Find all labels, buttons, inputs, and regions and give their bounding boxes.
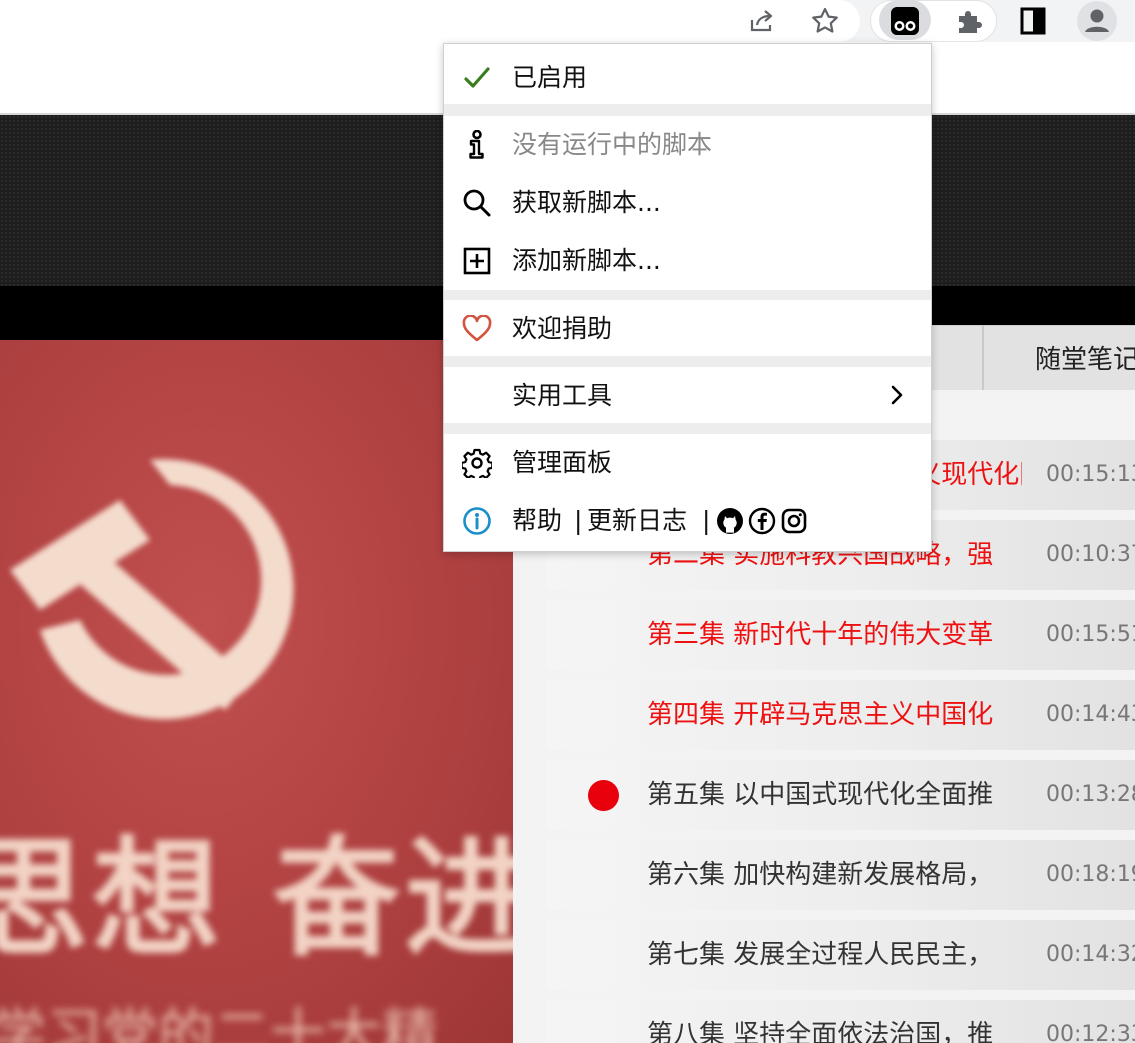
tampermonkey-popup: 已启用 没有运行中的脚本 获取新脚本... 添加新脚本... 欢迎捐助 实用工具… xyxy=(443,43,932,552)
social-links xyxy=(716,492,808,550)
menu-item-help-row: 帮助 | 更新日志 | xyxy=(444,492,931,550)
episode-duration: 00:18:19 xyxy=(1046,862,1135,887)
menu-section-utilities: 实用工具 xyxy=(444,367,931,423)
course-poster: 思想 奋进 学习党的二十大精 xyxy=(0,340,513,1043)
tampermonkey-button[interactable] xyxy=(884,0,926,42)
menu-section-scripts: 没有运行中的脚本 获取新脚本... 添加新脚本... xyxy=(444,116,931,290)
menu-item-no-scripts: 没有运行中的脚本 xyxy=(444,116,931,174)
extensions-button[interactable] xyxy=(948,0,990,42)
browser-toolbar xyxy=(0,0,1135,42)
heart-icon xyxy=(462,314,492,344)
menu-item-donate[interactable]: 欢迎捐助 xyxy=(444,300,931,358)
episode-duration: 00:14:43 xyxy=(1046,702,1135,727)
gear-icon xyxy=(462,448,492,478)
poster-subline: 学习党的二十大精 xyxy=(0,1003,438,1043)
menu-item-add-script[interactable]: 添加新脚本... xyxy=(444,232,931,290)
episode-title: 第八集 坚持全面依法治国，推 xyxy=(647,1020,994,1043)
instagram-icon[interactable] xyxy=(780,507,808,535)
tab-notes[interactable]: 随堂笔记 xyxy=(1035,340,1135,380)
profile-icon xyxy=(1077,1,1117,41)
tampermonkey-icon xyxy=(891,7,919,35)
github-icon[interactable] xyxy=(716,507,744,535)
episode-item-4[interactable]: 第四集 开辟马克思主义中国化 00:14:43 xyxy=(547,680,1135,750)
info-circle-icon xyxy=(462,506,492,536)
episode-duration: 00:15:13 xyxy=(1046,462,1135,487)
search-icon xyxy=(462,188,492,218)
menu-label: 没有运行中的脚本 xyxy=(512,130,713,159)
poster-slogan: 思想 奋进 xyxy=(0,825,513,974)
menu-label: 实用工具 xyxy=(512,381,613,410)
menu-section-status: 已启用 xyxy=(444,44,931,104)
side-panel-icon xyxy=(1020,7,1046,35)
menu-label: 已启用 xyxy=(512,63,588,92)
share-icon xyxy=(750,10,773,32)
side-panel-button[interactable] xyxy=(1012,0,1054,42)
episode-item-3[interactable]: 第三集 新时代十年的伟大变革 00:15:51 xyxy=(547,600,1135,670)
help-separator-1: | xyxy=(574,506,583,535)
menu-label: 欢迎捐助 xyxy=(512,314,613,343)
episode-item-8[interactable]: 第八集 坚持全面依法治国，推 00:12:33 xyxy=(547,1000,1135,1043)
episode-duration: 00:12:33 xyxy=(1046,1022,1135,1043)
help-link[interactable]: 帮助 xyxy=(512,492,562,550)
star-icon xyxy=(812,7,838,33)
episode-title: 第四集 开辟马克思主义中国化 xyxy=(647,700,994,730)
puzzle-icon xyxy=(959,11,982,33)
menu-item-dashboard[interactable]: 管理面板 xyxy=(444,434,931,492)
episode-item-7[interactable]: 第七集 发展全过程人民民主， 00:14:32 xyxy=(547,920,1135,990)
episode-item-5-current[interactable]: 第五集 以中国式现代化全面推 00:13:28 xyxy=(547,760,1135,830)
episode-title: 第三集 新时代十年的伟大变革 xyxy=(647,620,994,650)
changelog-link[interactable]: 更新日志 xyxy=(587,492,687,550)
episode-duration: 00:13:28 xyxy=(1046,782,1135,807)
facebook-icon[interactable] xyxy=(748,507,776,535)
profile-button[interactable] xyxy=(1076,0,1118,42)
menu-section-donate: 欢迎捐助 xyxy=(444,300,931,356)
menu-item-get-scripts[interactable]: 获取新脚本... xyxy=(444,174,931,232)
info-i-icon xyxy=(462,130,492,160)
episode-title: 第五集 以中国式现代化全面推 xyxy=(647,780,994,810)
episode-duration: 00:14:32 xyxy=(1046,942,1135,967)
now-playing-indicator xyxy=(588,780,619,811)
party-emblem-image xyxy=(10,459,294,720)
menu-item-enabled[interactable]: 已启用 xyxy=(444,49,931,107)
check-icon xyxy=(462,63,492,93)
share-button[interactable] xyxy=(740,0,782,42)
help-separator-2: | xyxy=(702,506,711,535)
chevron-right-icon xyxy=(889,384,905,410)
menu-label: 添加新脚本... xyxy=(512,246,661,275)
episode-duration: 00:15:51 xyxy=(1046,622,1135,647)
tab-divider xyxy=(982,325,984,390)
episode-title: 第七集 发展全过程人民民主， xyxy=(647,940,994,970)
menu-label: 获取新脚本... xyxy=(512,188,661,217)
episode-item-6[interactable]: 第六集 加快构建新发展格局， 00:18:19 xyxy=(547,840,1135,910)
plus-square-icon xyxy=(462,246,492,276)
bookmark-button[interactable] xyxy=(804,0,846,42)
menu-section-admin: 管理面板 帮助 | 更新日志 | xyxy=(444,434,931,551)
episode-duration: 00:10:37 xyxy=(1046,542,1135,567)
menu-item-utilities[interactable]: 实用工具 xyxy=(444,367,931,425)
episode-title: 第六集 加快构建新发展格局， xyxy=(647,860,994,890)
address-bar[interactable] xyxy=(0,0,860,42)
menu-label: 管理面板 xyxy=(512,448,613,477)
